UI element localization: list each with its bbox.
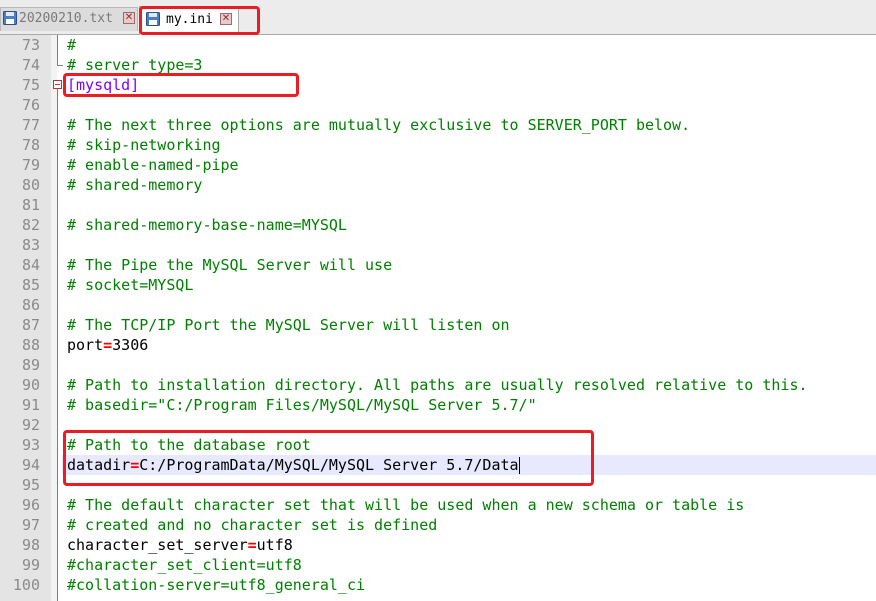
line-number: 73 bbox=[21, 36, 40, 54]
line-number: 99 bbox=[21, 556, 40, 574]
code-line[interactable]: # socket=MYSQL bbox=[62, 275, 876, 295]
code-line[interactable]: # Path to installation directory. All pa… bbox=[62, 375, 876, 395]
code-line[interactable]: # created and no character set is define… bbox=[62, 515, 876, 535]
code-line[interactable]: # Path to the database root bbox=[62, 435, 876, 455]
line-number: 98 bbox=[21, 536, 40, 554]
code-line[interactable]: # basedir="C:/Program Files/MySQL/MySQL … bbox=[62, 395, 876, 415]
ini-comment: # Path to the database root bbox=[67, 436, 311, 454]
code-line[interactable] bbox=[62, 295, 876, 315]
ini-operator: = bbox=[103, 336, 113, 354]
line-number: 91 bbox=[21, 396, 40, 414]
line-number: 93 bbox=[21, 436, 40, 454]
code-line[interactable]: # The Pipe the MySQL Server will use bbox=[62, 255, 876, 275]
line-number: 89 bbox=[21, 356, 40, 374]
code-line[interactable] bbox=[62, 95, 876, 115]
code-line[interactable]: port=3306 bbox=[62, 335, 876, 355]
line-number: 78 bbox=[21, 136, 40, 154]
line-number: 87 bbox=[21, 316, 40, 334]
save-disk-icon bbox=[146, 12, 160, 26]
tab-label: my.ini bbox=[166, 12, 213, 27]
save-disk-icon bbox=[3, 11, 17, 25]
ini-comment: #character_set_client=utf8 bbox=[67, 556, 302, 574]
code-line[interactable]: #character_set_client=utf8 bbox=[62, 555, 876, 575]
tab-bar: 20200210.txt ✕ my.ini ✕ bbox=[0, 0, 876, 35]
code-line[interactable]: # The default character set that will be… bbox=[62, 495, 876, 515]
text-caret bbox=[518, 457, 520, 474]
ini-comment: # created and no character set is define… bbox=[67, 516, 438, 534]
line-number: 88 bbox=[21, 336, 40, 354]
line-number: 76 bbox=[21, 96, 40, 114]
code-line[interactable] bbox=[62, 355, 876, 375]
fold-tree-line bbox=[57, 89, 58, 601]
ini-comment: # The next three options are mutually ex… bbox=[67, 116, 691, 134]
code-line[interactable]: # The next three options are mutually ex… bbox=[62, 115, 876, 135]
ini-comment: # enable-named-pipe bbox=[67, 156, 239, 174]
code-line[interactable]: character_set_server=utf8 bbox=[62, 535, 876, 555]
ini-comment: # The Pipe the MySQL Server will use bbox=[67, 256, 393, 274]
ini-comment: #collation-server=utf8_general_ci bbox=[67, 576, 366, 594]
line-number: 86 bbox=[21, 296, 40, 314]
line-number: 96 bbox=[21, 496, 40, 514]
line-number: 95 bbox=[21, 476, 40, 494]
ini-comment: # The TCP/IP Port the MySQL Server will … bbox=[67, 316, 510, 334]
line-number: 100 bbox=[12, 576, 40, 594]
ini-section-header: [mysqld] bbox=[67, 76, 140, 94]
ini-comment: # shared-memory bbox=[67, 176, 203, 194]
ini-value: utf8 bbox=[256, 536, 293, 554]
code-line[interactable] bbox=[62, 475, 876, 495]
tab-my-ini[interactable]: my.ini ✕ bbox=[139, 6, 239, 35]
line-number: 79 bbox=[21, 156, 40, 174]
line-number: 85 bbox=[21, 276, 40, 294]
ini-comment: # socket=MYSQL bbox=[67, 276, 194, 294]
code-line[interactable]: # shared-memory bbox=[62, 175, 876, 195]
code-line[interactable] bbox=[62, 235, 876, 255]
ini-value: 3306 bbox=[112, 336, 149, 354]
close-icon[interactable]: ✕ bbox=[220, 13, 232, 25]
code-line[interactable]: # shared-memory-base-name=MYSQL bbox=[62, 215, 876, 235]
line-number: 83 bbox=[21, 236, 40, 254]
line-number: 90 bbox=[21, 376, 40, 394]
code-line[interactable]: # bbox=[62, 35, 876, 55]
line-number: 84 bbox=[21, 256, 40, 274]
line-number: 81 bbox=[21, 196, 40, 214]
code-line[interactable] bbox=[62, 415, 876, 435]
ini-key: port bbox=[67, 336, 104, 354]
fold-collapse-icon[interactable] bbox=[53, 80, 62, 89]
ini-comment: # skip-networking bbox=[67, 136, 221, 154]
ini-operator: = bbox=[247, 536, 257, 554]
line-number: 80 bbox=[21, 176, 40, 194]
code-line[interactable]: # skip-networking bbox=[62, 135, 876, 155]
code-line[interactable]: # enable-named-pipe bbox=[62, 155, 876, 175]
code-line[interactable]: #collation-server=utf8_general_ci bbox=[62, 575, 876, 595]
line-number: 77 bbox=[21, 116, 40, 134]
ini-value: C:/ProgramData/MySQL/MySQL Server 5.7/Da… bbox=[139, 456, 519, 474]
code-line[interactable]: # The TCP/IP Port the MySQL Server will … bbox=[62, 315, 876, 335]
ini-comment: # shared-memory-base-name=MYSQL bbox=[67, 216, 347, 234]
ini-key: character_set_server bbox=[67, 536, 248, 554]
tab-20200210-txt[interactable]: 20200210.txt ✕ bbox=[0, 7, 138, 31]
line-number: 75 bbox=[21, 76, 40, 94]
fold-tree-line bbox=[57, 35, 58, 65]
ini-comment: # Path to installation directory. All pa… bbox=[67, 376, 808, 394]
line-number: 74 bbox=[21, 56, 40, 74]
code-line[interactable] bbox=[62, 195, 876, 215]
ini-comment: # server_type=3 bbox=[67, 56, 203, 74]
line-number: 97 bbox=[21, 516, 40, 534]
ini-comment: # bbox=[67, 36, 77, 54]
line-number: 92 bbox=[21, 416, 40, 434]
line-number: 94 bbox=[21, 456, 40, 474]
editor-text-area[interactable]: # # server_type=3 [mysqld] # The next three… bbox=[62, 35, 876, 601]
code-line[interactable]: [mysqld] bbox=[62, 75, 876, 95]
close-icon[interactable]: ✕ bbox=[123, 12, 135, 24]
ini-operator: = bbox=[130, 456, 140, 474]
ini-key: datadir bbox=[67, 456, 131, 474]
ini-comment: # basedir="C:/Program Files/MySQL/MySQL … bbox=[67, 396, 537, 414]
ini-comment: # The default character set that will be… bbox=[67, 496, 745, 514]
line-number: 82 bbox=[21, 216, 40, 234]
tab-label: 20200210.txt bbox=[19, 11, 113, 26]
code-line[interactable]: datadir=C:/ProgramData/MySQL/MySQL Serve… bbox=[62, 455, 876, 475]
code-line[interactable]: # server_type=3 bbox=[62, 55, 876, 75]
